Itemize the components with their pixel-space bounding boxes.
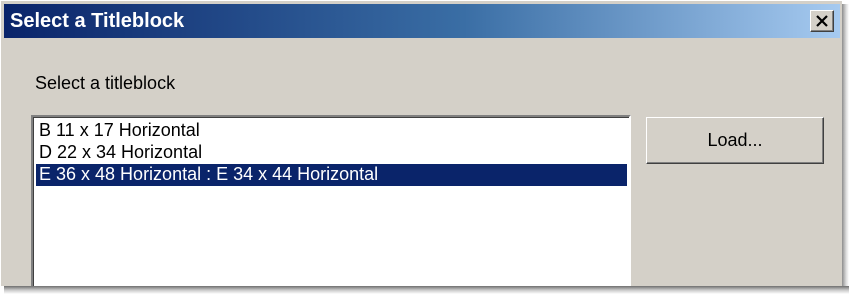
window-shadow xyxy=(4,286,849,294)
load-button[interactable]: Load... xyxy=(646,117,824,164)
close-button[interactable] xyxy=(810,10,834,32)
prompt-label: Select a titleblock xyxy=(35,73,176,93)
title-bar[interactable]: Select a Titleblock xyxy=(4,4,840,38)
list-item-selected[interactable]: E 36 x 48 Horizontal : E 34 x 44 Horizon… xyxy=(36,164,627,186)
select-titleblock-dialog: Select a Titleblock Select a titleblock … xyxy=(0,0,842,286)
dialog-title: Select a Titleblock xyxy=(10,10,185,32)
titleblock-listbox[interactable]: B 11 x 17 Horizontal D 22 x 34 Horizonta… xyxy=(31,115,631,286)
window-shadow xyxy=(842,4,849,286)
close-icon xyxy=(816,15,828,27)
list-item[interactable]: B 11 x 17 Horizontal xyxy=(36,120,627,142)
list-item[interactable]: D 22 x 34 Horizontal xyxy=(36,142,627,164)
